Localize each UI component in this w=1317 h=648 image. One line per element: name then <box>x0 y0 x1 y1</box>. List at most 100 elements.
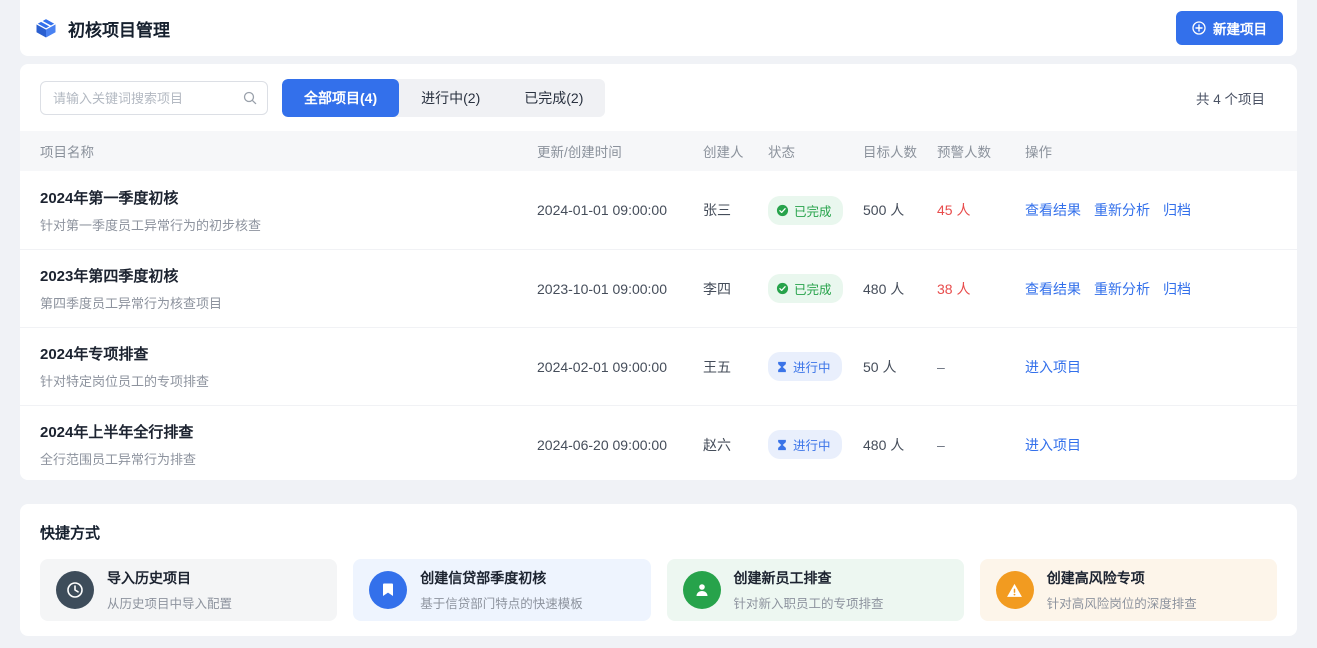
shortcut-new-employee-check[interactable]: 创建新员工排查 针对新入职员工的专项排查 <box>667 559 964 621</box>
project-name-cell: 2024年专项排查 针对特定岗位员工的专项排查 <box>40 343 537 390</box>
warning-count: 38 人 <box>937 279 1025 299</box>
warning-count: – <box>937 359 1025 375</box>
toolbar: 全部项目(4) 进行中(2) 已完成(2) 共 4 个项目 <box>20 64 1297 131</box>
target-count: 500 人 <box>863 200 937 220</box>
project-name-cell: 2024年上半年全行排查 全行范围员工异常行为排查 <box>40 421 537 468</box>
col-header-status: 状态 <box>768 141 863 161</box>
shortcut-title: 创建信贷部季度初核 <box>420 568 583 588</box>
project-time: 2024-01-01 09:00:00 <box>537 202 703 218</box>
shortcut-title: 创建高风险专项 <box>1047 568 1197 588</box>
archive-link[interactable]: 归档 <box>1163 279 1191 299</box>
warning-count: – <box>937 437 1025 453</box>
project-status-cell: 进行中 <box>768 352 863 381</box>
col-header-creator: 创建人 <box>703 141 768 161</box>
search-box <box>40 81 268 115</box>
shortcut-description: 针对高风险岗位的深度排查 <box>1047 593 1197 612</box>
project-description: 针对特定岗位员工的专项排查 <box>40 371 537 390</box>
status-badge: 进行中 <box>768 352 842 381</box>
project-time: 2024-02-01 09:00:00 <box>537 359 703 375</box>
col-header-target: 目标人数 <box>863 141 937 161</box>
project-name-cell: 2024年第一季度初核 针对第一季度员工异常行为的初步核查 <box>40 187 537 234</box>
hourglass-icon <box>776 439 788 451</box>
person-icon <box>683 571 721 609</box>
target-count: 480 人 <box>863 279 937 299</box>
bookmark-icon <box>369 571 407 609</box>
view-results-link[interactable]: 查看结果 <box>1025 279 1081 299</box>
page-title: 初核项目管理 <box>68 16 170 41</box>
table-row: 2023年第四季度初核 第四季度员工异常行为核查项目 2023-10-01 09… <box>20 249 1297 327</box>
archive-link[interactable]: 归档 <box>1163 200 1191 220</box>
shortcut-text: 创建信贷部季度初核 基于信贷部门特点的快速模板 <box>420 568 583 612</box>
table-header-row: 项目名称 更新/创建时间 创建人 状态 目标人数 预警人数 操作 <box>20 131 1297 171</box>
page-header: 初核项目管理 新建项目 <box>20 0 1297 56</box>
col-header-name: 项目名称 <box>40 141 537 161</box>
reanalyze-link[interactable]: 重新分析 <box>1094 200 1150 220</box>
shortcuts-row: 导入历史项目 从历史项目中导入配置 创建信贷部季度初核 基于信贷部门特点的快速模… <box>40 559 1277 621</box>
reanalyze-link[interactable]: 重新分析 <box>1094 279 1150 299</box>
row-actions: 进入项目 <box>1025 357 1277 377</box>
project-title: 2024年专项排查 <box>40 343 537 364</box>
hourglass-icon <box>776 361 788 373</box>
shortcut-title: 导入历史项目 <box>107 568 232 588</box>
project-creator: 李四 <box>703 279 768 299</box>
col-header-time: 更新/创建时间 <box>537 141 703 161</box>
project-description: 全行范围员工异常行为排查 <box>40 449 537 468</box>
project-title: 2024年上半年全行排查 <box>40 421 537 442</box>
warning-count: 45 人 <box>937 200 1025 220</box>
project-creator: 王五 <box>703 357 768 377</box>
table-row: 2024年专项排查 针对特定岗位员工的专项排查 2024-02-01 09:00… <box>20 327 1297 405</box>
row-actions: 进入项目 <box>1025 435 1277 455</box>
tab-completed[interactable]: 已完成(2) <box>502 79 605 117</box>
project-count-text: 共 4 个项目 <box>1196 88 1277 108</box>
project-time: 2024-06-20 09:00:00 <box>537 437 703 453</box>
shortcut-description: 针对新入职员工的专项排查 <box>734 593 884 612</box>
view-results-link[interactable]: 查看结果 <box>1025 200 1081 220</box>
status-badge-label: 进行中 <box>793 357 831 376</box>
row-actions: 查看结果 重新分析 归档 <box>1025 200 1277 220</box>
tab-in-progress[interactable]: 进行中(2) <box>399 79 502 117</box>
project-status-cell: 进行中 <box>768 430 863 459</box>
shortcut-credit-dept-review[interactable]: 创建信贷部季度初核 基于信贷部门特点的快速模板 <box>353 559 650 621</box>
status-badge-label: 已完成 <box>794 279 832 298</box>
shortcut-title: 创建新员工排查 <box>734 568 884 588</box>
shortcut-high-risk-special[interactable]: 创建高风险专项 针对高风险岗位的深度排查 <box>980 559 1277 621</box>
project-title: 2024年第一季度初核 <box>40 187 537 208</box>
project-status-cell: 已完成 <box>768 274 863 303</box>
tab-all-projects[interactable]: 全部项目(4) <box>282 79 399 117</box>
shortcut-text: 导入历史项目 从历史项目中导入配置 <box>107 568 232 612</box>
clock-icon <box>56 571 94 609</box>
enter-project-link[interactable]: 进入项目 <box>1025 357 1081 377</box>
shortcut-description: 从历史项目中导入配置 <box>107 593 232 612</box>
project-list-panel: 全部项目(4) 进行中(2) 已完成(2) 共 4 个项目 项目名称 更新/创建… <box>20 64 1297 480</box>
col-header-actions: 操作 <box>1025 141 1277 161</box>
search-icon <box>242 90 258 106</box>
status-badge-label: 进行中 <box>793 435 831 454</box>
status-badge-label: 已完成 <box>794 201 832 220</box>
shortcut-text: 创建高风险专项 针对高风险岗位的深度排查 <box>1047 568 1197 612</box>
table-row: 2024年第一季度初核 针对第一季度员工异常行为的初步核查 2024-01-01… <box>20 171 1297 249</box>
row-actions: 查看结果 重新分析 归档 <box>1025 279 1277 299</box>
project-creator: 张三 <box>703 200 768 220</box>
target-count: 480 人 <box>863 435 937 455</box>
box-logo-icon <box>34 16 58 40</box>
warning-triangle-icon <box>996 571 1034 609</box>
target-count: 50 人 <box>863 357 937 377</box>
new-project-button[interactable]: 新建项目 <box>1176 11 1283 45</box>
shortcuts-panel: 快捷方式 导入历史项目 从历史项目中导入配置 创建信贷部季度初核 <box>20 504 1297 636</box>
col-header-warning: 预警人数 <box>937 141 1025 161</box>
table-row: 2024年上半年全行排查 全行范围员工异常行为排查 2024-06-20 09:… <box>20 405 1297 480</box>
project-creator: 赵六 <box>703 435 768 455</box>
status-badge: 已完成 <box>768 196 843 225</box>
search-input[interactable] <box>40 81 268 115</box>
project-name-cell: 2023年第四季度初核 第四季度员工异常行为核查项目 <box>40 265 537 312</box>
plus-circle-icon <box>1192 21 1206 35</box>
new-project-button-label: 新建项目 <box>1213 18 1267 38</box>
shortcut-text: 创建新员工排查 针对新入职员工的专项排查 <box>734 568 884 612</box>
shortcuts-title: 快捷方式 <box>40 522 1277 543</box>
enter-project-link[interactable]: 进入项目 <box>1025 435 1081 455</box>
status-badge: 进行中 <box>768 430 842 459</box>
project-status-cell: 已完成 <box>768 196 863 225</box>
project-description: 第四季度员工异常行为核查项目 <box>40 293 537 312</box>
shortcut-import-history[interactable]: 导入历史项目 从历史项目中导入配置 <box>40 559 337 621</box>
project-time: 2023-10-01 09:00:00 <box>537 281 703 297</box>
